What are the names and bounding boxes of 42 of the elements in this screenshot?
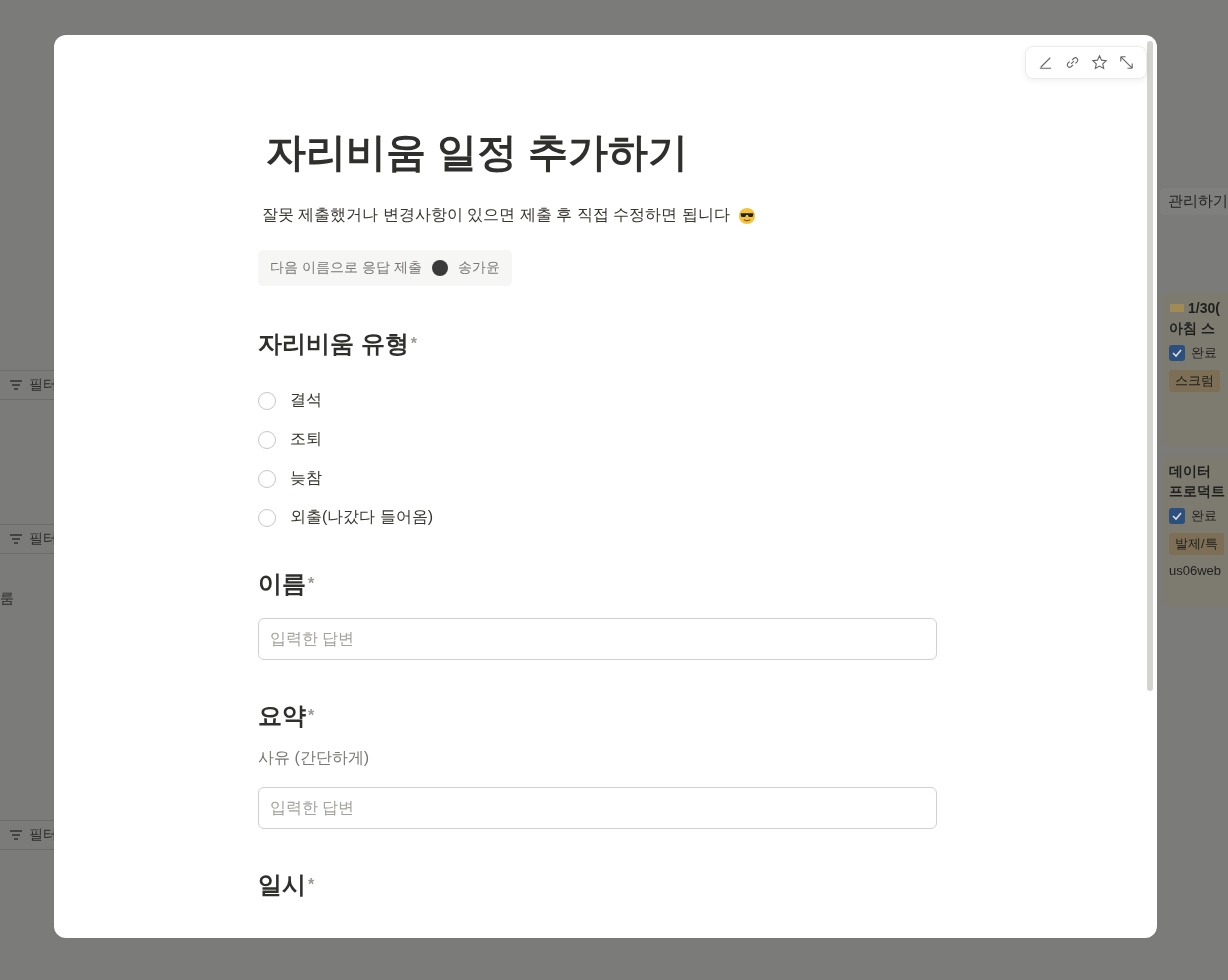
respondent-name: 송가윤 — [457, 259, 500, 277]
checkbox[interactable] — [1169, 345, 1185, 361]
sunglasses-face-icon — [737, 206, 756, 225]
card-title: 프로덕트 — [1169, 482, 1225, 501]
answer-field[interactable]: 입력한 답변 — [258, 787, 937, 829]
radio-option[interactable]: 외출(나갔다 들어옴) — [258, 507, 938, 528]
required-mark: * — [308, 707, 315, 724]
board-card[interactable]: 데이터 프로덕트 완료 발제/특 us06web — [1163, 455, 1228, 607]
scrollbar[interactable] — [1147, 41, 1153, 691]
required-mark: * — [308, 876, 315, 893]
card-title: 데이터 — [1169, 462, 1211, 481]
filter-icon — [9, 380, 23, 390]
radio-option[interactable]: 조퇴 — [258, 429, 938, 450]
respondent-label: 다음 이름으로 응답 제출 — [270, 259, 422, 277]
manage-button[interactable]: 관리하기 — [1160, 188, 1228, 215]
form-title: 자리비움 일정 추가하기 — [266, 129, 690, 176]
required-mark: * — [308, 575, 315, 592]
question-title: 요약 — [258, 702, 306, 729]
question-title: 일시 — [258, 871, 306, 898]
tag-label: 스크럼 — [1169, 370, 1220, 392]
answer-field[interactable]: 입력한 답변 — [258, 618, 937, 660]
link-text: us06web — [1169, 563, 1223, 578]
side-text: 룸 — [0, 590, 14, 608]
radio-option[interactable]: 늦참 — [258, 468, 938, 489]
question-title: 자리비움 유형 — [258, 330, 409, 357]
form-description: 잘못 제출했거나 변경사항이 있으면 제출 후 직접 수정하면 됩니다 — [262, 205, 730, 225]
tag-label: 발제/특 — [1169, 533, 1224, 555]
question-description: 사유 (간단하게) — [258, 748, 371, 768]
status-label: 완료 — [1191, 507, 1217, 525]
card-title: 아침 스 — [1169, 319, 1215, 338]
card-title: 1/30( — [1188, 299, 1220, 318]
checkbox[interactable] — [1169, 508, 1185, 524]
card-emoji-icon — [1169, 301, 1185, 315]
radio-option[interactable]: 결석 — [258, 390, 938, 411]
star-icon[interactable] — [1090, 53, 1109, 72]
filter-icon — [9, 830, 23, 840]
question-title: 이름 — [258, 570, 306, 597]
board-card[interactable]: 1/30( 아침 스 완료 스크럼 — [1163, 292, 1228, 447]
expand-icon[interactable] — [1117, 53, 1136, 72]
filter-icon — [9, 534, 23, 544]
required-mark: * — [410, 335, 417, 352]
status-label: 완료 — [1191, 344, 1217, 362]
